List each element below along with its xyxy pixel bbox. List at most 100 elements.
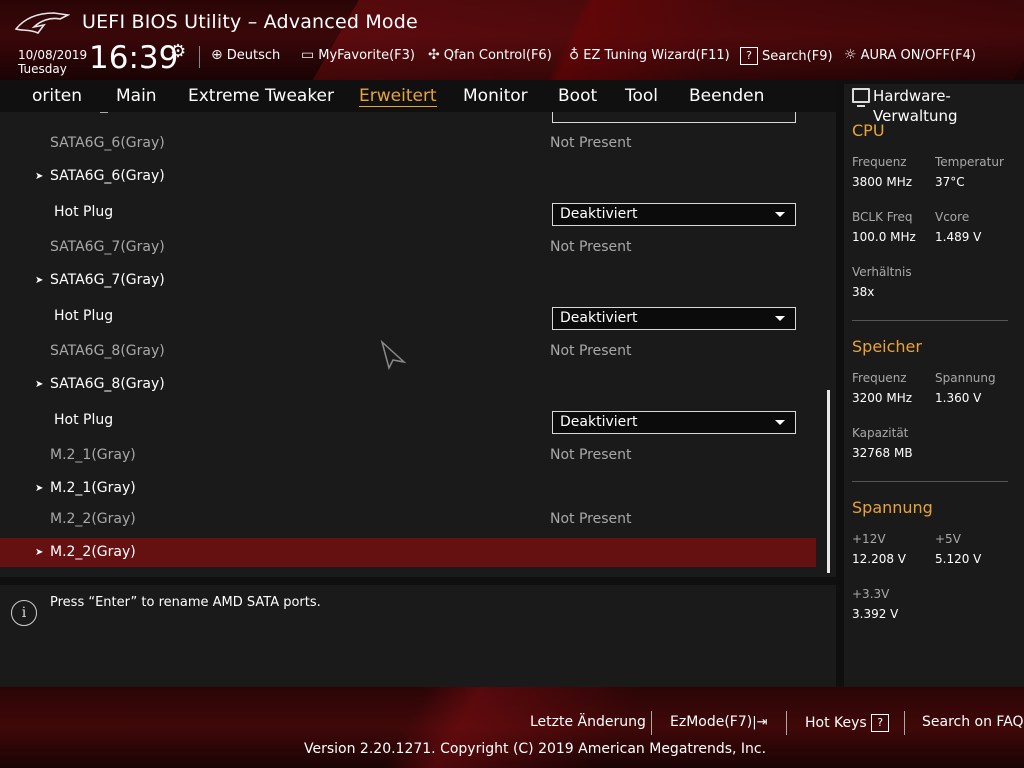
dropdown-caret-icon — [775, 420, 785, 425]
sata6g-6-status-value: Not Present — [550, 135, 632, 151]
bclk-value: 100.0 MHz — [852, 230, 916, 244]
ez-tuning-label: EZ Tuning Wizard(F11) — [583, 47, 730, 63]
tab-main[interactable]: Main — [116, 86, 157, 106]
question-box-icon: ? — [740, 47, 758, 65]
submenu-arrow-icon: ➤ — [35, 547, 44, 558]
m2-1-status-value: Not Present — [550, 447, 632, 463]
submenu-arrow-icon: ➤ — [35, 275, 44, 286]
tab-boot[interactable]: Boot — [558, 86, 597, 106]
vcore-label: Vcore — [935, 210, 970, 224]
ratio-value: 38x — [852, 285, 875, 299]
search-faq-button[interactable]: Search on FAQ — [922, 714, 1024, 730]
hot-plug-sata6g-7-value: Deaktiviert — [560, 310, 638, 326]
header-bar: UEFI BIOS Utility – Advanced Mode 10/08/… — [0, 0, 1024, 80]
search-button[interactable]: ? Search(F9) — [740, 47, 833, 65]
text-fragment — [100, 112, 108, 113]
favorite-icon: ▭ — [301, 47, 315, 63]
sata6g-6-submenu[interactable]: SATA6G_6(Gray) — [50, 168, 165, 184]
ezmode-button[interactable]: EzMode(F7)|⇥ — [670, 714, 768, 730]
hot-plug-sata6g-6-select[interactable]: Deaktiviert — [552, 203, 796, 226]
tab-tool[interactable]: Tool — [625, 86, 658, 106]
divider — [786, 711, 787, 735]
hot-plug-sata6g-8-value: Deaktiviert — [560, 414, 638, 430]
tab-erweitert[interactable]: Erweitert — [359, 86, 437, 107]
tab-favoriten[interactable]: oriten — [32, 86, 82, 106]
divider — [852, 320, 1008, 321]
mem-volt-label: Spannung — [935, 371, 996, 385]
v12-value: 12.208 V — [852, 552, 907, 566]
m2-2-submenu[interactable]: M.2_2(Gray) — [50, 544, 136, 560]
exit-arrow-icon: |⇥ — [752, 715, 768, 730]
ratio-label: Verhältnis — [852, 265, 912, 279]
ez-tuning-button[interactable]: ♁ EZ Tuning Wizard(F11) — [569, 47, 730, 63]
divider — [199, 46, 200, 68]
lightbulb-icon: ♁ — [569, 47, 580, 63]
m2-1-status-label: M.2_1(Gray) — [50, 447, 136, 463]
v33-label: +3.3V — [852, 587, 890, 601]
clock: 16:39 — [89, 40, 179, 76]
divider — [904, 711, 905, 735]
scrollbar[interactable] — [827, 390, 830, 573]
help-text: Press “Enter” to rename AMD SATA ports. — [50, 595, 321, 610]
hot-plug-sata6g-7-select[interactable]: Deaktiviert — [552, 307, 796, 330]
dropdown-partial[interactable] — [552, 112, 796, 123]
hot-plug-sata6g-8-select[interactable]: Deaktiviert — [552, 411, 796, 434]
aura-label: AURA ON/OFF(F4) — [860, 47, 976, 63]
cpu-temp-value: 37°C — [935, 175, 965, 189]
date-display: 10/08/2019 Tuesday — [18, 48, 87, 76]
cpu-heading: CPU — [852, 121, 885, 140]
tab-monitor[interactable]: Monitor — [463, 86, 528, 106]
globe-icon: ⊕ — [211, 47, 223, 63]
fan-icon: ✣ — [428, 47, 440, 63]
day-text: Tuesday — [18, 62, 67, 76]
hotkeys-button[interactable]: Hot Keys ? — [805, 714, 890, 732]
submenu-arrow-icon: ➤ — [35, 171, 44, 182]
tab-beenden[interactable]: Beenden — [689, 86, 764, 106]
mem-cap-value: 32768 MB — [852, 446, 913, 460]
language-button[interactable]: ⊕ Deutsch — [211, 47, 280, 63]
gear-icon[interactable]: ⚙ — [170, 41, 186, 62]
aura-icon: ☼ — [844, 47, 857, 63]
mem-cap-label: Kapazität — [852, 426, 909, 440]
last-change-button[interactable]: Letzte Änderung — [530, 714, 646, 730]
qfan-button[interactable]: ✣ Qfan Control(F6) — [428, 47, 552, 63]
sata6g-8-status-label: SATA6G_8(Gray) — [50, 343, 165, 359]
ezmode-label: EzMode(F7) — [670, 714, 753, 730]
hardware-monitor-title: Hardware-Verwaltung — [873, 87, 958, 125]
main-tabs: oriten Main Extreme Tweaker Erweitert Mo… — [0, 80, 836, 112]
tab-extreme-tweaker[interactable]: Extreme Tweaker — [188, 86, 334, 106]
search-label: Search(F9) — [762, 48, 833, 64]
hot-plug-sata6g-8-label: Hot Plug — [54, 412, 114, 428]
aura-button[interactable]: ☼ AURA ON/OFF(F4) — [844, 47, 976, 63]
mouse-cursor-icon — [380, 340, 407, 370]
v5-label: +5V — [935, 532, 961, 546]
dropdown-caret-icon — [775, 212, 785, 217]
sata6g-7-submenu[interactable]: SATA6G_7(Gray) — [50, 272, 165, 288]
question-box-icon: ? — [871, 714, 890, 732]
sata6g-7-status-label: SATA6G_7(Gray) — [50, 239, 165, 255]
sata6g-8-submenu[interactable]: SATA6G_8(Gray) — [50, 376, 165, 392]
copyright-text: Version 2.20.1271. Copyright (C) 2019 Am… — [304, 741, 767, 757]
voltage-heading: Spannung — [852, 498, 933, 517]
dropdown-caret-icon — [775, 316, 785, 321]
info-icon: i — [11, 600, 37, 626]
m2-1-submenu[interactable]: M.2_1(Gray) — [50, 480, 136, 496]
cpu-freq-label: Frequenz — [852, 155, 907, 169]
hotkeys-label: Hot Keys — [805, 715, 867, 731]
vcore-value: 1.489 V — [935, 230, 982, 244]
v33-value: 3.392 V — [852, 607, 899, 621]
m2-2-status-value: Not Present — [550, 511, 632, 527]
v5-value: 5.120 V — [935, 552, 982, 566]
submenu-arrow-icon: ➤ — [35, 379, 44, 390]
m2-2-status-label: M.2_2(Gray) — [50, 511, 136, 527]
sata6g-6-status-label: SATA6G_6(Gray) — [50, 135, 165, 151]
mem-freq-value: 3200 MHz — [852, 391, 913, 405]
settings-list: SATA6G_6(Gray) Not Present ➤ SATA6G_6(Gr… — [0, 112, 836, 577]
divider — [852, 481, 1008, 482]
sata6g-7-status-value: Not Present — [550, 239, 632, 255]
hot-plug-sata6g-7-label: Hot Plug — [54, 308, 114, 324]
monitor-icon — [852, 88, 870, 107]
divider — [651, 711, 652, 735]
sata6g-8-status-value: Not Present — [550, 343, 632, 359]
myfavorite-button[interactable]: ▭ MyFavorite(F3) — [301, 47, 415, 63]
